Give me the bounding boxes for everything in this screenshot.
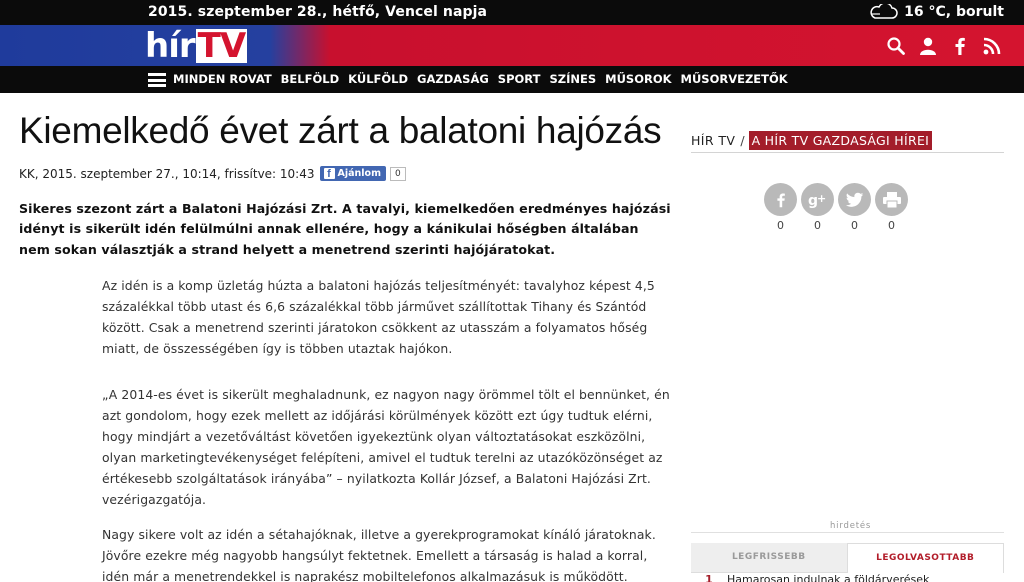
logo-text-hir: hír	[145, 26, 196, 66]
share-count-facebook: 0	[777, 219, 784, 232]
share-facebook[interactable]: 0	[764, 183, 797, 232]
list-item-title: Hamarosan indulnak a földárverések	[727, 573, 930, 582]
share-count-googleplus: 0	[814, 219, 821, 232]
logo-text-tv: TV	[195, 26, 248, 66]
breadcrumb: HÍR TV / A HÍR TV GAZDASÁGI HÍREI	[691, 131, 933, 150]
cloud-icon	[870, 4, 898, 19]
share-count-twitter: 0	[851, 219, 858, 232]
article-paragraph-1: Az idén is a komp üzletág húzta a balato…	[102, 278, 655, 356]
top-info-bar: 2015. szeptember 28., hétfő, Vencel napj…	[0, 0, 1024, 25]
weather-widget[interactable]: 16 °C, borult	[868, 4, 1004, 20]
facebook-icon[interactable]	[950, 36, 970, 56]
nav-list: MINDEN ROVAT BELFÖLD KÜLFÖLD GAZDASÁG SP…	[173, 72, 788, 86]
nav-item-szines[interactable]: SZÍNES	[549, 72, 596, 86]
tab-most-read[interactable]: LEGOLVASOTTABB	[846, 543, 1004, 573]
article-meta: KK, 2015. szeptember 27., 10:14, frissít…	[19, 166, 406, 181]
weather-text: 16 °C, borult	[904, 4, 1004, 20]
nav-item-minden-rovat[interactable]: MINDEN ROVAT	[173, 72, 272, 86]
breadcrumb-separator: /	[740, 133, 745, 148]
share-print[interactable]: 0	[875, 183, 908, 232]
brand-bar: hír TV	[0, 25, 1024, 66]
article-byline-date: KK, 2015. szeptember 27., 10:14, frissít…	[19, 166, 315, 181]
nav-item-gazdasag[interactable]: GAZDASÁG	[417, 72, 489, 86]
share-googleplus[interactable]: g + 0	[801, 183, 834, 232]
header-icons	[886, 36, 1002, 56]
article-paragraph-3: Nagy sikere volt az idén a sétahajóknak,…	[102, 527, 656, 582]
hamburger-menu-icon[interactable]	[148, 73, 166, 87]
nav-item-belfold[interactable]: BELFÖLD	[281, 72, 339, 86]
print-icon[interactable]	[875, 183, 908, 216]
googleplus-share-icon[interactable]: g +	[801, 183, 834, 216]
facebook-like-button[interactable]: f Ajánlom	[319, 166, 386, 181]
rss-icon[interactable]	[982, 36, 1002, 56]
article-lead: Sikeres szezont zárt a Balatoni Hajózási…	[19, 201, 671, 257]
share-count-print: 0	[888, 219, 895, 232]
hirtv-logo[interactable]: hír TV	[145, 26, 248, 66]
search-icon[interactable]	[886, 36, 906, 56]
facebook-like-label: Ajánlom	[337, 168, 381, 179]
breadcrumb-section[interactable]: A HÍR TV GAZDASÁGI HÍREI	[748, 131, 933, 150]
twitter-share-icon[interactable]	[838, 183, 871, 216]
facebook-like-count: 0	[389, 166, 406, 181]
ad-divider	[691, 532, 1004, 533]
svg-text:+: +	[817, 192, 826, 205]
facebook-f-icon: f	[323, 168, 335, 180]
tab-latest[interactable]: LEGFRISSEBB	[691, 543, 847, 573]
nav-item-musorok[interactable]: MŰSOROK	[605, 72, 671, 86]
nav-item-kulfold[interactable]: KÜLFÖLD	[348, 72, 408, 86]
nav-item-sport[interactable]: SPORT	[498, 72, 541, 86]
article-title: Kiemelkedő évet zárt a balatoni hajózás	[19, 110, 662, 151]
user-icon[interactable]	[918, 36, 938, 56]
facebook-share-icon[interactable]	[764, 183, 797, 216]
ad-label: hirdetés	[830, 521, 872, 531]
article-paragraph-2: „A 2014-es évet is sikerült meghaladnunk…	[102, 387, 670, 507]
list-item-number: 1	[705, 573, 713, 582]
share-twitter[interactable]: 0	[838, 183, 871, 232]
current-date: 2015. szeptember 28., hétfő, Vencel napj…	[148, 4, 488, 20]
main-nav: MINDEN ROVAT BELFÖLD KÜLFÖLD GAZDASÁG SP…	[0, 66, 1024, 93]
nav-item-musorvezetok[interactable]: MŰSORVEZETŐK	[681, 72, 788, 86]
breadcrumb-divider	[691, 152, 1004, 153]
share-buttons: 0 g + 0 0 0	[764, 183, 908, 232]
popular-tabs: LEGFRISSEBB LEGOLVASOTTABB	[691, 543, 1004, 573]
breadcrumb-home[interactable]: HÍR TV	[691, 133, 735, 148]
list-item[interactable]: 1 Hamarosan indulnak a földárverések	[691, 573, 1004, 582]
